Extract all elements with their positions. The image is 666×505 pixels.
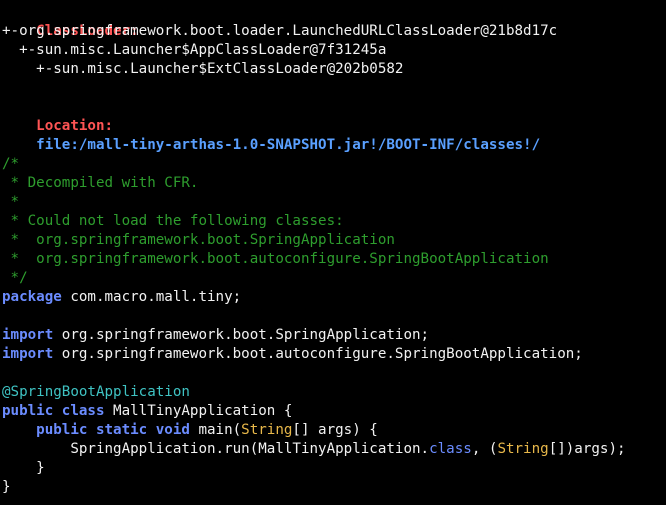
main-param-rest: [] args) { [292,422,378,438]
class-declaration-line: public class MallTinyApplication { [0,402,666,421]
classloader-line-1: +-org.springframework.boot.loader.Launch… [2,23,558,39]
cast-type: String [497,441,549,457]
class-keyword: class [429,441,472,457]
comment-line: * Decompiled with CFR. [2,175,199,191]
spring-boot-annotation: @SpringBootApplication [2,384,190,400]
import-keyword: import [2,346,54,362]
outer-close-brace: } [2,479,11,495]
comment-line: * Could not load the following classes: [2,213,344,229]
comment-line: * [2,194,20,210]
classloader-line-3: +-sun.misc.Launcher$ExtClassLoader@202b0… [2,61,404,77]
main-method-keyword: public static void [36,422,190,438]
comment-line: */ [2,270,28,286]
inner-close-brace: } [2,460,45,476]
class-declaration-keyword: public class [2,403,105,419]
location-label-line: Location: [0,98,666,134]
import-line-2: import org.springframework.boot.autoconf… [0,345,666,364]
class-name: MallTinyApplication { [104,403,293,419]
location-value: file:/mall-tiny-arthas-1.0-SNAPSHOT.jar!… [36,137,541,153]
classloader-label-line: ClassLoader: [0,3,666,39]
main-param-type: String [241,422,293,438]
main-method-line: public static void main(String[] args) { [0,421,666,440]
run-call-line: SpringApplication.run(MallTinyApplicatio… [0,440,666,459]
main-method-name: main( [189,422,242,438]
package-keyword: package [2,289,62,305]
package-name: com.macro.mall.tiny; [61,289,242,305]
import-keyword: import [2,327,54,343]
import-path: org.springframework.boot.SpringApplicati… [53,327,430,343]
comment-line: /* [2,156,20,172]
terminal-window: ClassLoader: +-org.springframework.boot.… [0,0,666,505]
comment-line: * org.springframework.boot.SpringApplica… [2,232,395,248]
run-call-suffix: [])args); [548,441,626,457]
package-line: package com.macro.mall.tiny; [0,288,666,307]
run-call-mid: , ( [471,441,498,457]
location-label: Location: [36,118,114,134]
import-line-1: import org.springframework.boot.SpringAp… [0,326,666,345]
comment-line: * org.springframework.boot.autoconfigure… [2,251,549,267]
import-path: org.springframework.boot.autoconfigure.S… [53,346,583,362]
run-call-prefix: SpringApplication.run(MallTinyApplicatio… [70,441,430,457]
classloader-line-2: +-sun.misc.Launcher$AppClassLoader@7f312… [2,42,387,58]
annotation-line: @SpringBootApplication [0,383,666,402]
